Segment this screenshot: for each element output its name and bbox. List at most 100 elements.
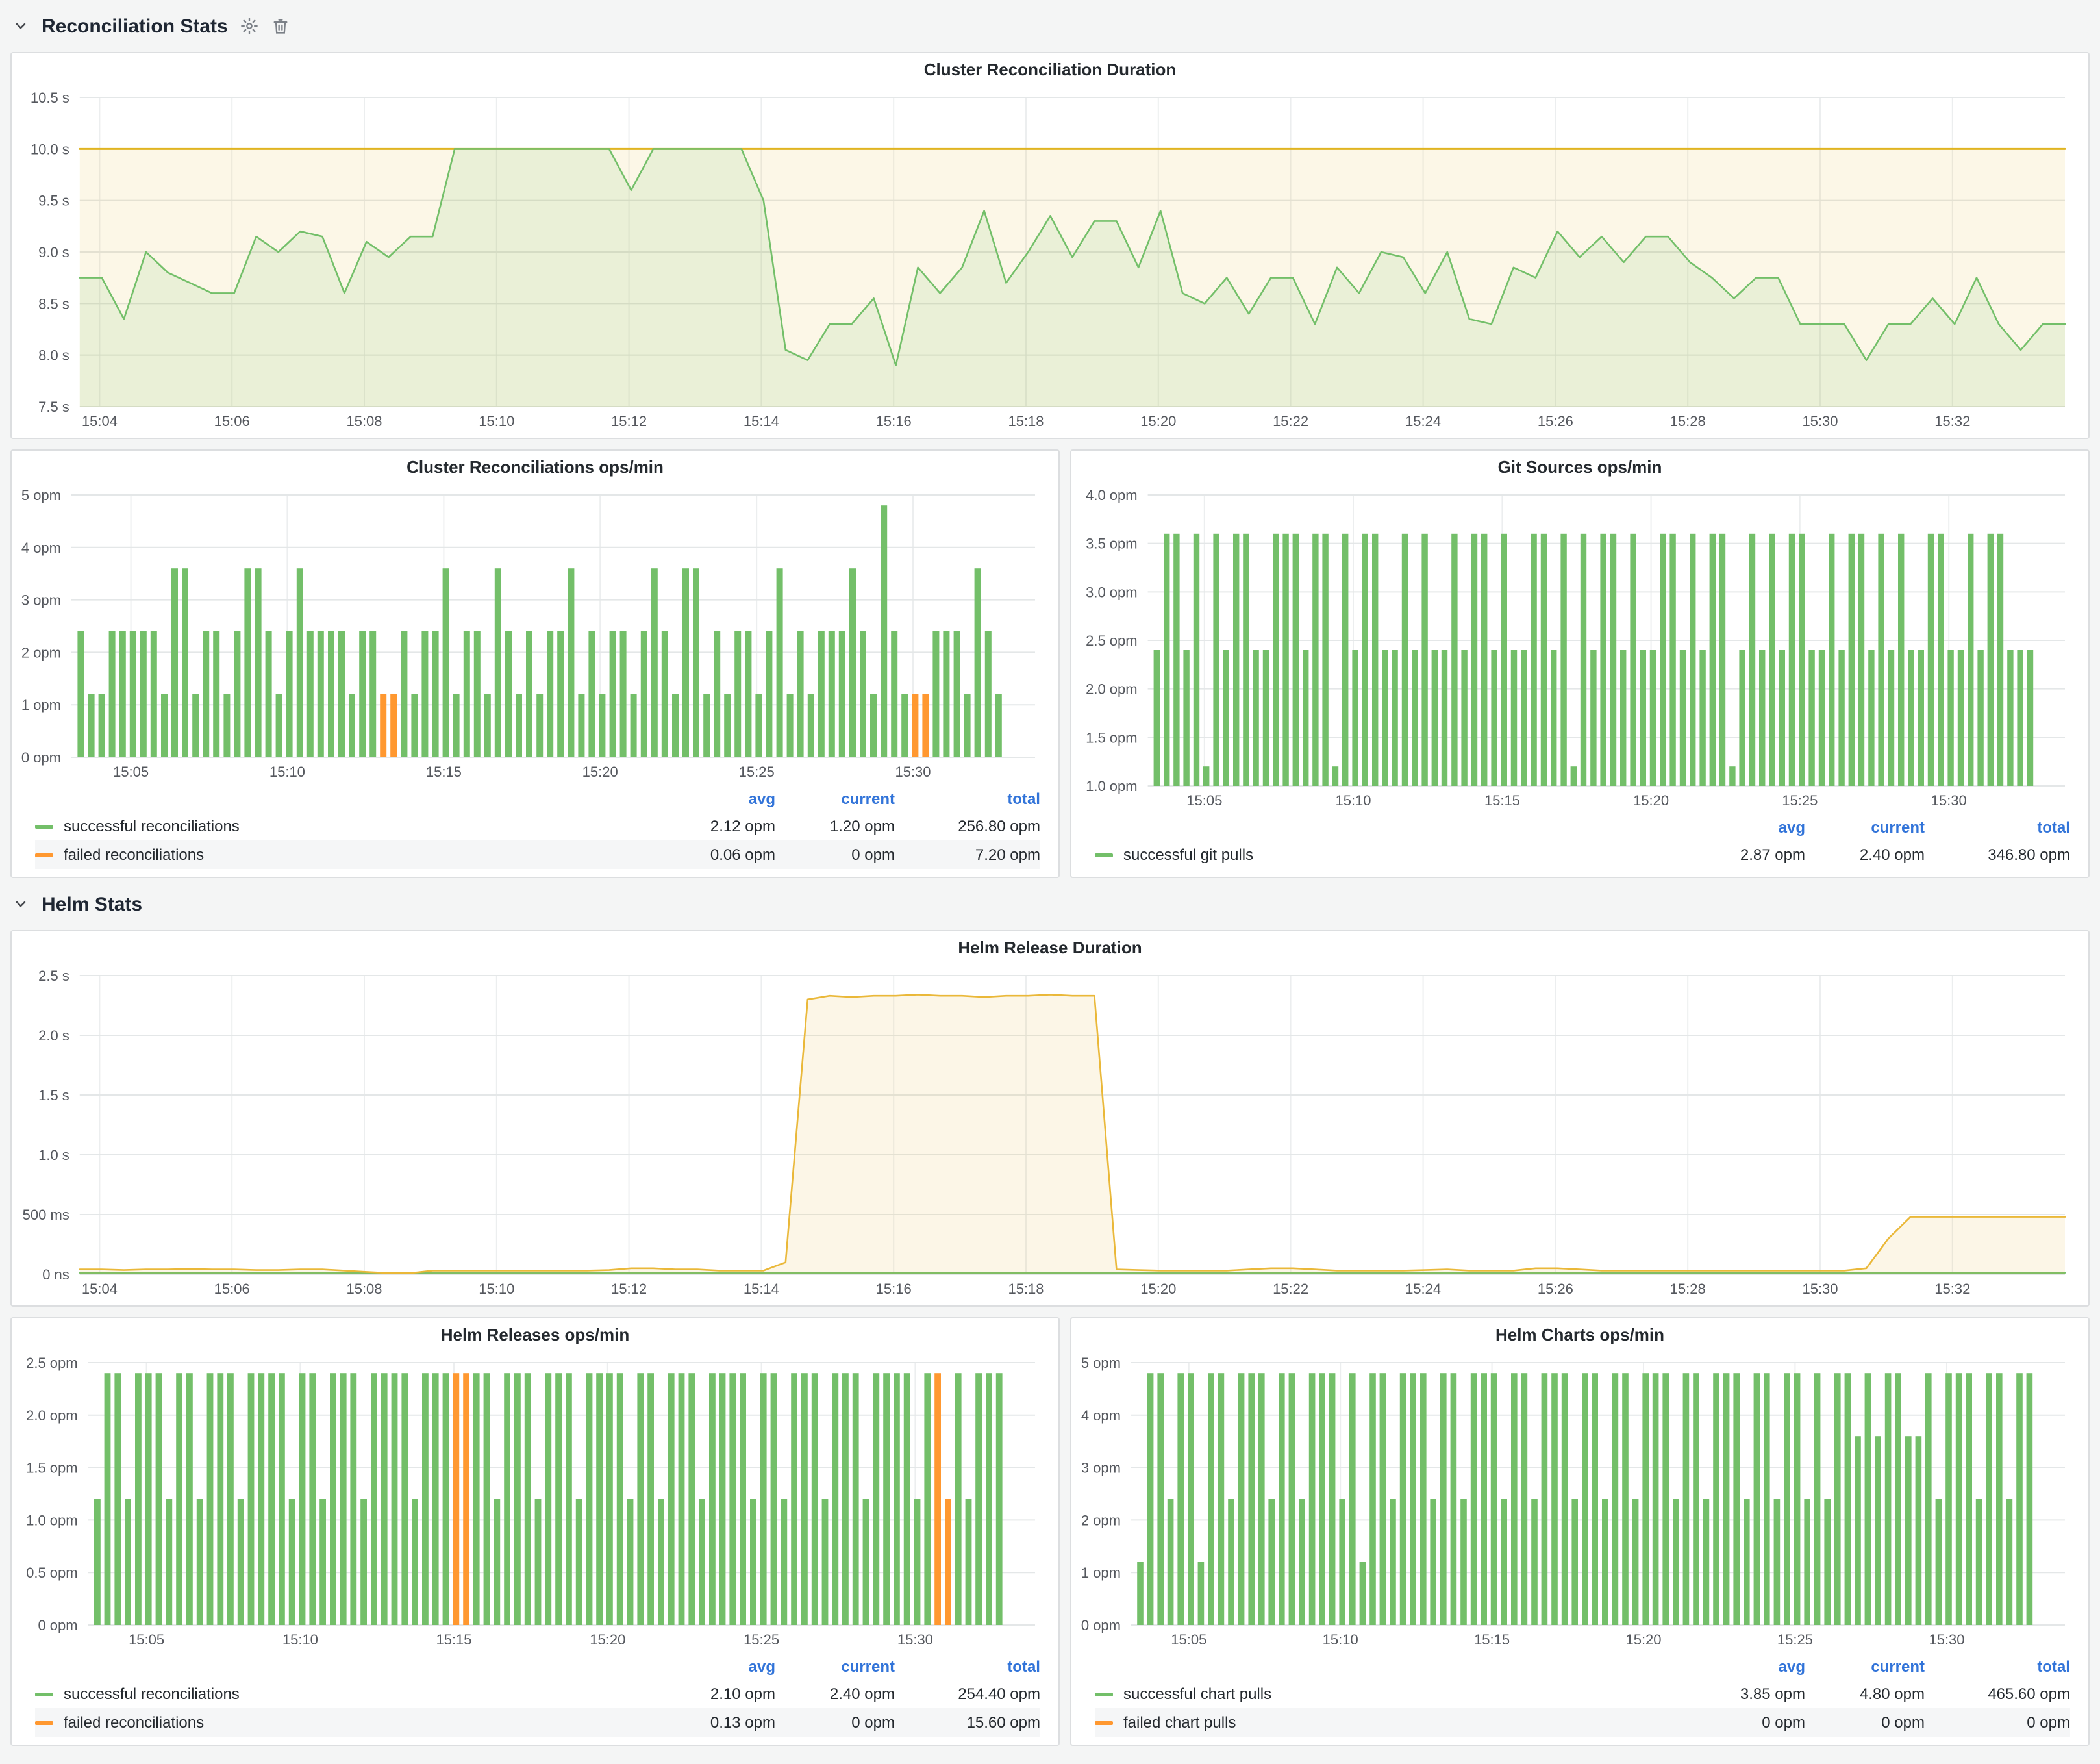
- series-total: 0 opm: [1925, 1713, 2070, 1732]
- svg-text:0 ns: 0 ns: [42, 1266, 69, 1283]
- legend-header-current[interactable]: current: [775, 1657, 895, 1676]
- svg-text:9.0 s: 9.0 s: [38, 244, 69, 260]
- legend-row-failed-reconciliations: failed reconciliations 0.13 opm 0 opm 15…: [35, 1708, 1040, 1737]
- series-current: 1.20 opm: [775, 817, 895, 835]
- legend-header-total[interactable]: total: [1925, 1657, 2070, 1676]
- svg-text:15:08: 15:08: [346, 1281, 382, 1297]
- legend-header-avg[interactable]: avg: [1686, 818, 1805, 837]
- svg-text:15:15: 15:15: [1484, 792, 1520, 809]
- svg-text:1 opm: 1 opm: [21, 697, 61, 713]
- time-series-helm-release-duration[interactable]: 0 ns500 ms1.0 s1.5 s2.0 s2.5 s15:0415:06…: [17, 965, 2078, 1300]
- svg-text:4.0 opm: 4.0 opm: [1086, 487, 1138, 503]
- time-series-cluster-reconciliation-duration[interactable]: 7.5 s8.0 s8.5 s9.0 s9.5 s10.0 s10.5 s15:…: [17, 87, 2078, 433]
- legend-header-total[interactable]: total: [895, 1657, 1040, 1676]
- bar-chart-cluster-reconciliations-ops[interactable]: 0 opm1 opm2 opm3 opm4 opm5 opm15:0515:10…: [17, 485, 1048, 783]
- svg-text:5 opm: 5 opm: [21, 487, 61, 503]
- legend-header-avg[interactable]: avg: [1686, 1657, 1805, 1676]
- svg-text:15:26: 15:26: [1538, 413, 1573, 429]
- legend-header-total[interactable]: total: [895, 790, 1040, 808]
- section-header-reconciliation-stats[interactable]: Reconciliation Stats: [13, 10, 2090, 42]
- svg-text:15:20: 15:20: [590, 1632, 625, 1648]
- legend-item[interactable]: successful chart pulls: [1095, 1685, 1686, 1703]
- legend-row-successful-chart-pulls: successful chart pulls 3.85 opm 4.80 opm…: [1095, 1680, 2070, 1708]
- series-total: 346.80 opm: [1925, 846, 2070, 864]
- panel-title[interactable]: Cluster Reconciliation Duration: [12, 53, 2088, 87]
- bar-chart-git-sources-ops[interactable]: 1.0 opm1.5 opm2.0 opm2.5 opm3.0 opm3.5 o…: [1077, 485, 2078, 812]
- svg-text:15:20: 15:20: [1625, 1632, 1661, 1648]
- svg-text:15:32: 15:32: [1934, 1281, 1970, 1297]
- svg-text:15:10: 15:10: [269, 764, 305, 780]
- series-current: 0 opm: [775, 846, 895, 864]
- svg-text:15:25: 15:25: [744, 1632, 779, 1648]
- svg-text:15:12: 15:12: [611, 1281, 647, 1297]
- svg-text:15:10: 15:10: [479, 1281, 514, 1297]
- legend-item[interactable]: successful git pulls: [1095, 846, 1686, 864]
- series-label: failed chart pulls: [1123, 1713, 1236, 1732]
- series-avg: 2.10 opm: [656, 1685, 775, 1703]
- panel-helm-releases-ops: Helm Releases ops/min 0 opm0.5 opm1.0 op…: [10, 1317, 1060, 1746]
- legend-item[interactable]: failed chart pulls: [1095, 1713, 1686, 1732]
- section-title[interactable]: Reconciliation Stats: [42, 15, 228, 37]
- legend-header-total[interactable]: total: [1925, 818, 2070, 837]
- series-current: 4.80 opm: [1805, 1685, 1925, 1703]
- svg-text:15:20: 15:20: [1633, 792, 1669, 809]
- panel-title[interactable]: Cluster Reconciliations ops/min: [12, 451, 1058, 485]
- panel-title[interactable]: Helm Releases ops/min: [12, 1318, 1058, 1352]
- svg-text:3 opm: 3 opm: [1081, 1460, 1121, 1476]
- legend-item[interactable]: successful reconciliations: [35, 1685, 656, 1703]
- legend-row-successful-git-pulls: successful git pulls 2.87 opm 2.40 opm 3…: [1095, 840, 2070, 869]
- legend-header-current[interactable]: current: [775, 790, 895, 808]
- legend-header-row: avg current total: [1095, 1654, 2070, 1680]
- section-title[interactable]: Helm Stats: [42, 893, 142, 915]
- trash-icon[interactable]: [272, 17, 290, 35]
- legend-row-successful-reconciliations: successful reconciliations 2.10 opm 2.40…: [35, 1680, 1040, 1708]
- series-swatch: [35, 824, 53, 828]
- legend-header-avg[interactable]: avg: [656, 1657, 775, 1676]
- series-avg: 0.06 opm: [656, 846, 775, 864]
- legend-header-avg[interactable]: avg: [656, 790, 775, 808]
- chevron-down-icon[interactable]: [13, 896, 29, 912]
- svg-text:15:10: 15:10: [479, 413, 514, 429]
- legend-item[interactable]: failed reconciliations: [35, 1713, 656, 1732]
- legend-header-current[interactable]: current: [1805, 818, 1925, 837]
- series-avg: 2.87 opm: [1686, 846, 1805, 864]
- bar-chart-helm-releases-ops[interactable]: 0 opm0.5 opm1.0 opm1.5 opm2.0 opm2.5 opm…: [17, 1352, 1048, 1651]
- svg-text:9.5 s: 9.5 s: [38, 193, 69, 209]
- chevron-down-icon[interactable]: [13, 18, 29, 34]
- section-header-helm-stats[interactable]: Helm Stats: [13, 888, 2090, 920]
- panel-title[interactable]: Helm Release Duration: [12, 931, 2088, 965]
- svg-text:0.5 opm: 0.5 opm: [26, 1565, 78, 1581]
- svg-text:15:30: 15:30: [1931, 792, 1967, 809]
- svg-text:15:30: 15:30: [1802, 1281, 1838, 1297]
- svg-text:2.0 opm: 2.0 opm: [26, 1407, 78, 1424]
- svg-text:10.5 s: 10.5 s: [31, 90, 69, 106]
- gear-icon[interactable]: [241, 17, 259, 35]
- series-label: successful git pulls: [1123, 846, 1253, 864]
- svg-text:15:05: 15:05: [129, 1632, 164, 1648]
- legend-item[interactable]: successful reconciliations: [35, 817, 656, 835]
- svg-text:2.0 opm: 2.0 opm: [1086, 681, 1138, 698]
- svg-text:15:04: 15:04: [82, 413, 118, 429]
- svg-text:15:06: 15:06: [214, 1281, 250, 1297]
- svg-text:15:18: 15:18: [1008, 1281, 1044, 1297]
- svg-text:15:32: 15:32: [1934, 413, 1970, 429]
- legend-item[interactable]: failed reconciliations: [35, 846, 656, 864]
- svg-text:15:08: 15:08: [346, 413, 382, 429]
- legend-row-successful-reconciliations: successful reconciliations 2.12 opm 1.20…: [35, 812, 1040, 840]
- series-label: failed reconciliations: [64, 846, 204, 864]
- bar-chart-helm-charts-ops[interactable]: 0 opm1 opm2 opm3 opm4 opm5 opm15:0515:10…: [1077, 1352, 2078, 1651]
- series-avg: 2.12 opm: [656, 817, 775, 835]
- legend-header-current[interactable]: current: [1805, 1657, 1925, 1676]
- svg-text:15:24: 15:24: [1405, 413, 1441, 429]
- series-current: 0 opm: [1805, 1713, 1925, 1732]
- svg-text:0 opm: 0 opm: [1081, 1617, 1121, 1633]
- series-current: 0 opm: [775, 1713, 895, 1732]
- panel-title[interactable]: Helm Charts ops/min: [1071, 1318, 2088, 1352]
- series-current: 2.40 opm: [1805, 846, 1925, 864]
- svg-text:3.5 opm: 3.5 opm: [1086, 536, 1138, 552]
- svg-text:4 opm: 4 opm: [1081, 1407, 1121, 1424]
- svg-text:0 opm: 0 opm: [38, 1617, 77, 1633]
- series-total: 15.60 opm: [895, 1713, 1040, 1732]
- panel-title[interactable]: Git Sources ops/min: [1071, 451, 2088, 485]
- legend-row-failed-chart-pulls: failed chart pulls 0 opm 0 opm 0 opm: [1095, 1708, 2070, 1737]
